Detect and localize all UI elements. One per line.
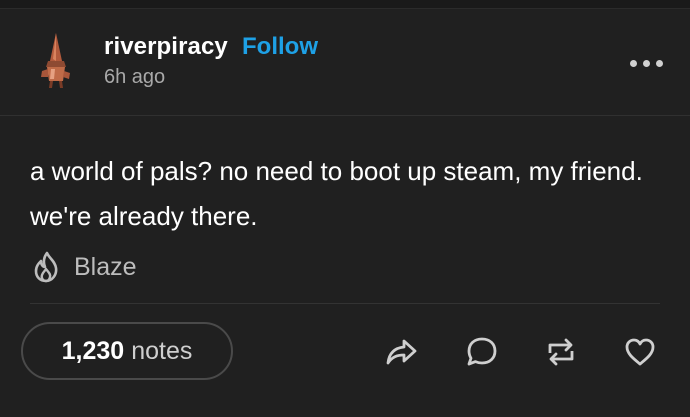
blaze-label: Blaze — [74, 252, 137, 281]
avatar-image — [41, 33, 70, 88]
blaze-button[interactable]: Blaze — [30, 249, 137, 285]
username[interactable]: riverpiracy — [104, 33, 228, 61]
share-arrow-icon[interactable] — [383, 333, 421, 371]
flame-icon — [34, 251, 58, 283]
notes-button[interactable]: 1,230 notes — [21, 322, 233, 380]
post-timestamp: 6h ago — [104, 66, 166, 88]
follow-button[interactable]: Follow — [242, 33, 318, 61]
notes-count: 1,230 — [61, 336, 125, 365]
more-options-icon[interactable] — [628, 56, 664, 70]
divider — [30, 303, 660, 304]
speech-bubble-icon[interactable] — [463, 333, 501, 371]
heart-icon[interactable] — [621, 333, 659, 371]
notes-label: notes — [131, 336, 193, 365]
post-header: riverpiracy Follow 6h ago — [0, 9, 690, 116]
reblog-icon[interactable] — [542, 333, 580, 371]
post-body-text: a world of pals? no need to boot up stea… — [30, 156, 643, 231]
post-card: riverpiracy Follow 6h ago a world of pal… — [0, 8, 690, 417]
avatar[interactable] — [36, 31, 76, 89]
